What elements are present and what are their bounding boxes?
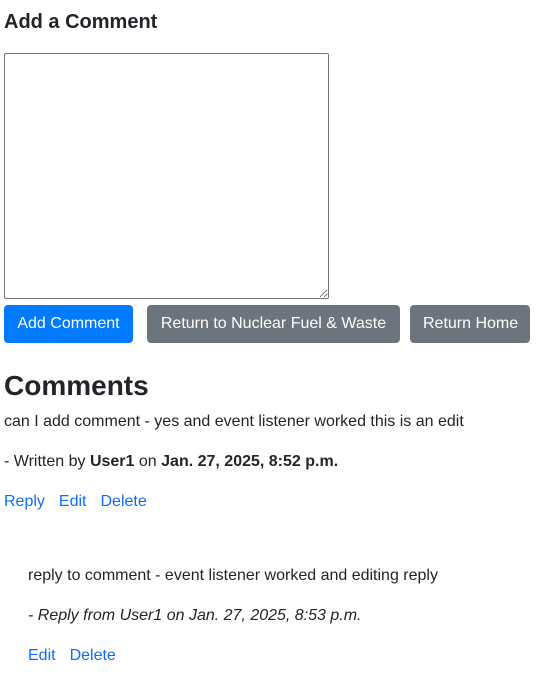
reply-delete-link[interactable]: Delete — [70, 647, 116, 664]
reply-text: reply to comment - event listener worked… — [28, 567, 438, 584]
comment-meta-prefix: - Written by — [4, 453, 86, 470]
comment-meta-on: on — [138, 453, 157, 470]
reply-edit-link[interactable]: Edit — [28, 647, 56, 664]
comment-textarea[interactable] — [4, 53, 329, 299]
reply-actions: Edit Delete — [28, 646, 130, 666]
comment-timestamp: Jan. 27, 2025, 8:52 p.m. — [161, 453, 339, 470]
comment-text: can I add comment - yes and event listen… — [4, 413, 464, 430]
add-comment-button[interactable]: Add Comment — [4, 305, 133, 343]
edit-link[interactable]: Edit — [59, 493, 87, 510]
reply-link[interactable]: Reply — [4, 493, 45, 510]
return-home-button[interactable]: Return Home — [410, 305, 530, 343]
reply-meta: - Reply from User1 on Jan. 27, 2025, 8:5… — [28, 607, 362, 624]
return-to-section-button[interactable]: Return to Nuclear Fuel & Waste — [147, 305, 400, 343]
add-comment-heading: Add a Comment — [4, 11, 158, 33]
delete-link[interactable]: Delete — [100, 493, 146, 510]
comment-actions: Reply Edit Delete — [4, 492, 161, 512]
comments-heading: Comments — [4, 370, 149, 401]
comment-author: User1 — [89, 453, 135, 470]
comment-meta: - Written by User1 on Jan. 27, 2025, 8:5… — [4, 452, 338, 472]
